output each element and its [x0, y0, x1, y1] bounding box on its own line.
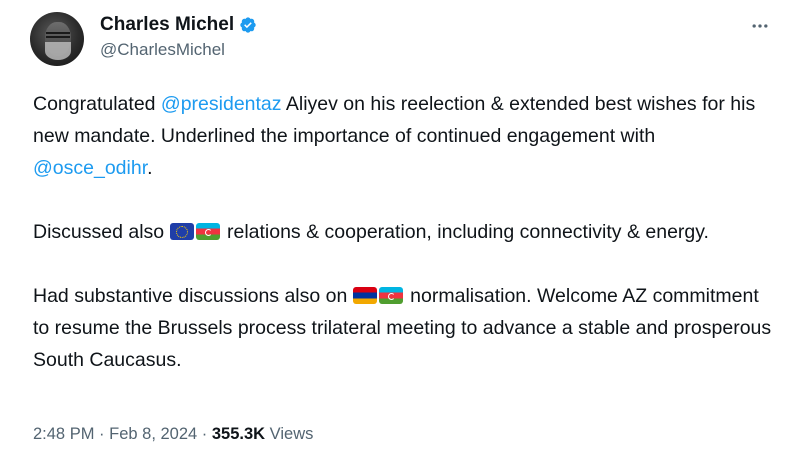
avatar[interactable]	[30, 12, 84, 66]
tweet-paragraph-2: Discussed also relations & cooperation, …	[33, 216, 773, 248]
author-block: Charles Michel @CharlesMichel	[100, 14, 257, 60]
tweet-paragraph-1: Congratulated @presidentaz Aliyev on his…	[33, 88, 773, 184]
display-name-row: Charles Michel	[100, 14, 257, 36]
tweet-meta: 2:48 PM · Feb 8, 2024 · 355.3K Views	[33, 425, 313, 444]
tweet-date-link[interactable]: Feb 8, 2024	[109, 425, 197, 443]
tweet-card: Charles Michel @CharlesMichel Congratula…	[0, 0, 794, 455]
flag-azerbaijan-icon	[378, 287, 403, 304]
flag-armenia-icon	[352, 287, 377, 304]
mention-link-presidentaz[interactable]: @presidentaz	[161, 93, 282, 115]
avatar-glasses	[46, 32, 70, 38]
meta-separator: ·	[197, 425, 212, 443]
author-handle[interactable]: @CharlesMichel	[100, 40, 257, 60]
tweet-text: Congratulated @presidentaz Aliyev on his…	[33, 88, 773, 408]
meta-separator: ·	[94, 425, 110, 443]
text-segment: Discussed also	[33, 221, 170, 243]
mention-link-osce-odihr[interactable]: @osce_odihr	[33, 157, 147, 179]
flag-eu-icon	[169, 223, 194, 240]
avatar-beard	[45, 42, 71, 60]
text-segment: Congratulated	[33, 93, 161, 115]
flag-azerbaijan-icon	[195, 223, 220, 240]
verified-badge-icon	[239, 16, 257, 34]
text-segment: relations & cooperation, including conne…	[221, 221, 709, 243]
text-segment: Had substantive discussions also on	[33, 285, 353, 307]
views-label: Views	[265, 425, 314, 443]
tweet-paragraph-3: Had substantive discussions also on norm…	[33, 280, 773, 376]
text-segment: .	[147, 157, 153, 179]
more-options-button[interactable]	[746, 14, 774, 42]
more-horizontal-icon	[750, 16, 770, 41]
tweet-header: Charles Michel @CharlesMichel	[30, 12, 782, 72]
views-count[interactable]: 355.3K	[212, 425, 265, 443]
display-name[interactable]: Charles Michel	[100, 14, 234, 36]
tweet-time-link[interactable]: 2:48 PM	[33, 425, 94, 443]
